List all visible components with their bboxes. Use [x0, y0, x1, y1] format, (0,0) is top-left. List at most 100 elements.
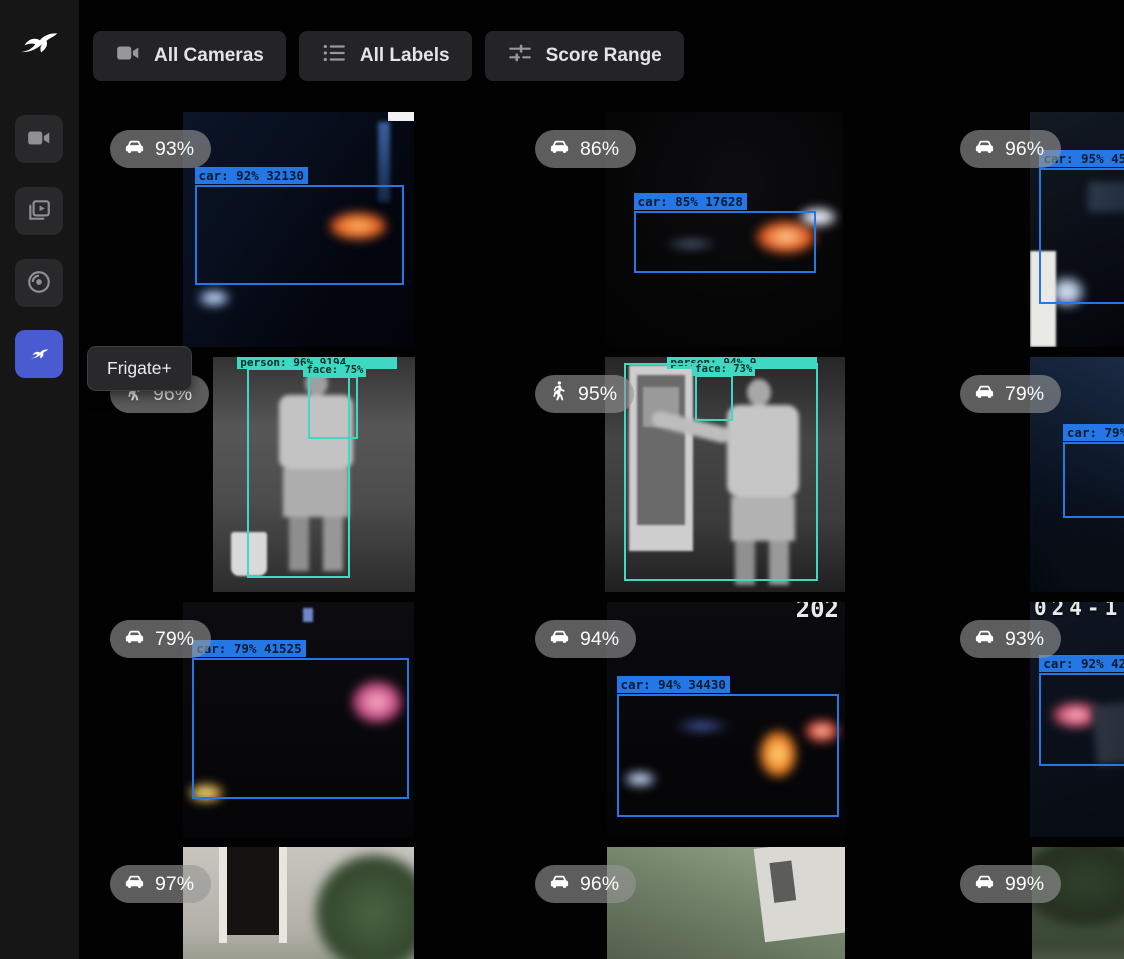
detection-card[interactable]: person: 96% 9194 face: 75% 96% [97, 357, 512, 592]
detection-bounding-box: car: 95% 45260 [1039, 168, 1124, 304]
score-range-filter-button[interactable]: Score Range [485, 31, 684, 81]
sidebar-item-export[interactable] [15, 259, 63, 307]
detection-card[interactable]: car: 79% 79% [947, 357, 1124, 592]
detection-card[interactable]: person: 94% 9 face: 73% 95% [522, 357, 937, 592]
detection-card[interactable]: car: 97% 40432 97% [97, 847, 512, 959]
score-badge-value: 93% [1005, 628, 1044, 651]
sidebar [0, 0, 79, 959]
score-badge: 96% [535, 865, 636, 903]
score-badge: 97% [110, 865, 211, 903]
score-badge-value: 79% [155, 628, 194, 651]
all-cameras-label: All Cameras [154, 45, 264, 67]
car-icon [123, 870, 146, 899]
score-badge-value: 94% [580, 628, 619, 651]
score-badge-value: 86% [580, 138, 619, 161]
score-badge-value: 96% [580, 873, 619, 896]
porch-pillar [279, 847, 287, 943]
sidebar-item-frigate-plus[interactable] [15, 330, 63, 378]
detection-card[interactable]: car: 85% 17628 86% [522, 112, 937, 347]
detection-bounding-box: car: 79% [1063, 442, 1124, 519]
detection-bounding-box: car: 94% 34430 [617, 694, 840, 818]
filter-bar: All Cameras All Labels Score Range [93, 31, 684, 81]
score-range-label: Score Range [546, 45, 662, 67]
snapshot-image: car: 92% 32130 [183, 112, 414, 347]
score-badge-value: 97% [155, 873, 194, 896]
all-cameras-filter-button[interactable]: All Cameras [93, 31, 286, 81]
score-badge: 94% [535, 620, 636, 658]
snapshot-image: car: 97% 40432 [183, 847, 414, 959]
detection-card[interactable]: 202 car: 94% 34430 94% [522, 602, 937, 837]
detection-box-label: car: 94% 34430 [617, 676, 730, 693]
list-icon [321, 40, 347, 72]
score-badge-value: 96% [1005, 138, 1044, 161]
car-icon [548, 870, 571, 899]
score-badge: 86% [535, 130, 636, 168]
score-badge-value: 95% [578, 383, 617, 406]
camera-filter-icon [115, 40, 141, 72]
detection-box-label: car: 85% 17628 [634, 193, 747, 210]
snapshot-image: car: 99% 25 [1032, 847, 1124, 959]
all-labels-filter-button[interactable]: All Labels [299, 31, 472, 81]
review-playback-icon [26, 197, 52, 226]
snapshot-image: person: 94% 9 face: 73% [605, 357, 845, 592]
detection-box-label: car: 79% [1063, 424, 1124, 441]
bush-shape [314, 853, 414, 959]
timestamp-stub [388, 112, 414, 121]
timestamp-fragment: 202 [796, 602, 839, 623]
sidebar-item-live[interactable] [15, 115, 63, 163]
snapshot-image: 202 car: 94% 34430 [607, 602, 845, 837]
house-shape [754, 847, 845, 942]
detection-bounding-box: car: 92% 32130 [195, 185, 405, 285]
window-light [303, 608, 313, 622]
sidebar-item-review[interactable] [15, 187, 63, 235]
person-icon [548, 381, 569, 408]
detection-bounding-box: car: 79% 41525 [192, 658, 409, 798]
tooltip-text: Frigate+ [107, 358, 172, 378]
detection-bounding-box: car: 85% 17628 [634, 211, 817, 274]
detection-bounding-box: car: 92% 4218 [1039, 673, 1124, 766]
detection-card[interactable]: car: 96% 29493 96% [522, 847, 937, 959]
car-icon [973, 625, 996, 654]
video-camera-icon [26, 125, 52, 154]
detection-card[interactable]: 024-1 03 0 car: 92% 4218 93% [947, 602, 1124, 837]
snapshot-image: car: 96% 29493 [607, 847, 845, 959]
snapshot-image: car: 79% 41525 [183, 602, 414, 837]
detection-card[interactable]: car: 95% 45260 96% [947, 112, 1124, 347]
detection-box-label: car: 92% 4218 [1039, 655, 1124, 672]
detection-card[interactable]: car: 79% 41525 79% [97, 602, 512, 837]
car-icon [973, 870, 996, 899]
porch-pillar [219, 847, 227, 943]
detection-box-label: car: 92% 32130 [195, 167, 308, 184]
main-content: All Cameras All Labels Score Range [79, 0, 1124, 959]
disc-icon [26, 269, 52, 298]
snapshot-image: person: 96% 9194 face: 75% [213, 357, 415, 592]
face-box-label: face: 73% [692, 363, 755, 376]
score-badge-value: 79% [1005, 383, 1044, 406]
car-icon [123, 625, 146, 654]
car-icon [123, 135, 146, 164]
score-badge: 79% [960, 375, 1061, 413]
timestamp-fragment: 024-1 03 0 [1034, 602, 1124, 620]
snapshot-image: car: 85% 17628 [605, 112, 843, 347]
all-labels-label: All Labels [360, 45, 450, 67]
score-badge-value: 93% [155, 138, 194, 161]
score-badge: 79% [110, 620, 211, 658]
score-badge: 95% [535, 375, 634, 413]
detection-card[interactable]: car: 92% 32130 93% [97, 112, 512, 347]
score-badge-value: 99% [1005, 873, 1044, 896]
frigate-bird-icon [26, 339, 53, 369]
sliders-icon [507, 40, 533, 72]
score-badge: 99% [960, 865, 1061, 903]
detection-card[interactable]: car: 99% 25 99% [947, 847, 1124, 959]
car-icon [973, 380, 996, 409]
score-badge: 93% [110, 130, 211, 168]
headlight-glow [199, 290, 229, 306]
car-icon [973, 135, 996, 164]
score-badge: 93% [960, 620, 1061, 658]
car-icon [548, 135, 571, 164]
frigate-plus-tooltip: Frigate+ [87, 346, 192, 391]
doorway-shape [227, 847, 279, 935]
face-box-label: face: 75% [303, 364, 366, 377]
face-bounding-box: face: 75% [308, 376, 358, 439]
score-badge: 96% [960, 130, 1061, 168]
